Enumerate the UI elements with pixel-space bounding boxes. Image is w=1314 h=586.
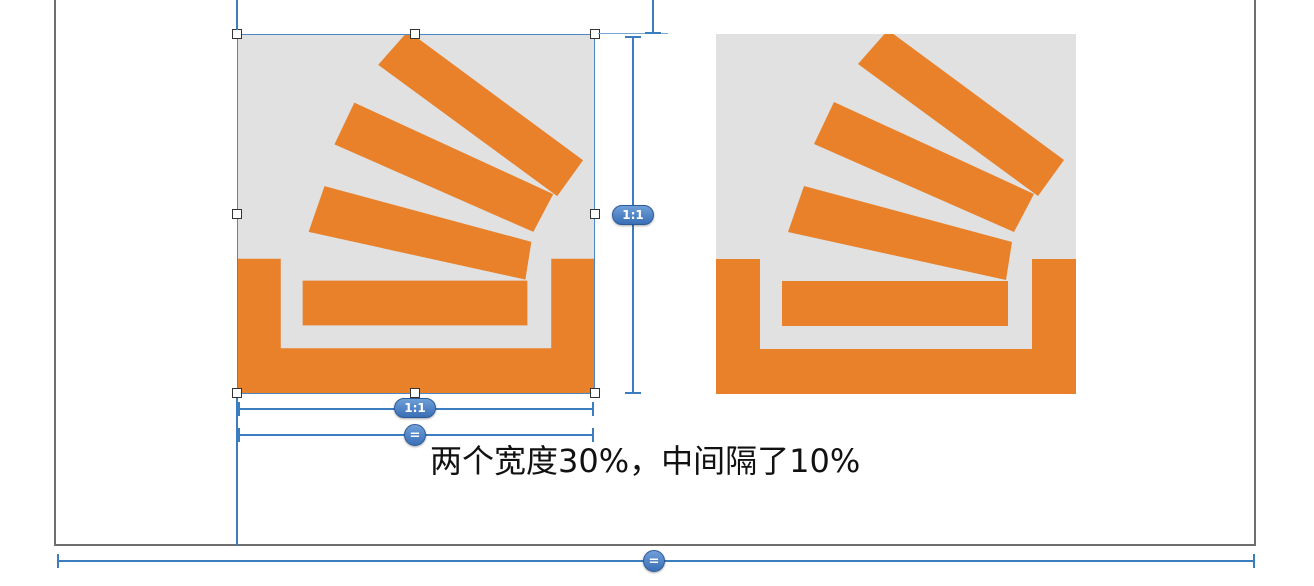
image-view-right[interactable] — [716, 34, 1076, 394]
resize-handle-bottom[interactable] — [410, 388, 420, 398]
height-constraint-cap-bottom — [625, 392, 641, 394]
stackoverflow-logo-icon — [237, 34, 595, 393]
bottom-constraint-cap-right — [1253, 554, 1255, 568]
equal-width-cap-left — [238, 428, 240, 442]
resize-handle-top-right[interactable] — [590, 29, 600, 39]
resize-handle-top[interactable] — [410, 29, 420, 39]
caption-label[interactable]: 两个宽度30%，中间隔了10% — [430, 436, 860, 482]
aspect-ratio-badge[interactable]: 1:1 — [612, 205, 654, 225]
leading-guide-top — [236, 0, 238, 30]
top-space-constraint[interactable] — [652, 0, 654, 34]
bottom-equal-badge[interactable]: = — [643, 550, 665, 572]
stackoverflow-logo-icon — [716, 34, 1076, 394]
leading-guide-bottom — [236, 398, 238, 546]
width-constraint-cap-left — [238, 402, 240, 416]
bottom-constraint-cap-left — [57, 554, 59, 568]
resize-handle-left[interactable] — [232, 209, 242, 219]
resize-handle-bottom-left[interactable] — [232, 388, 242, 398]
equal-width-badge[interactable]: = — [404, 424, 426, 446]
width-ratio-badge[interactable]: 1:1 — [394, 398, 436, 418]
image-view-left[interactable] — [237, 34, 595, 394]
height-constraint-cap-top — [625, 36, 641, 38]
resize-handle-bottom-right[interactable] — [590, 388, 600, 398]
resize-handle-top-left[interactable] — [232, 29, 242, 39]
top-space-cap — [645, 32, 661, 34]
width-constraint-cap-right — [592, 402, 594, 416]
resize-handle-right[interactable] — [590, 209, 600, 219]
